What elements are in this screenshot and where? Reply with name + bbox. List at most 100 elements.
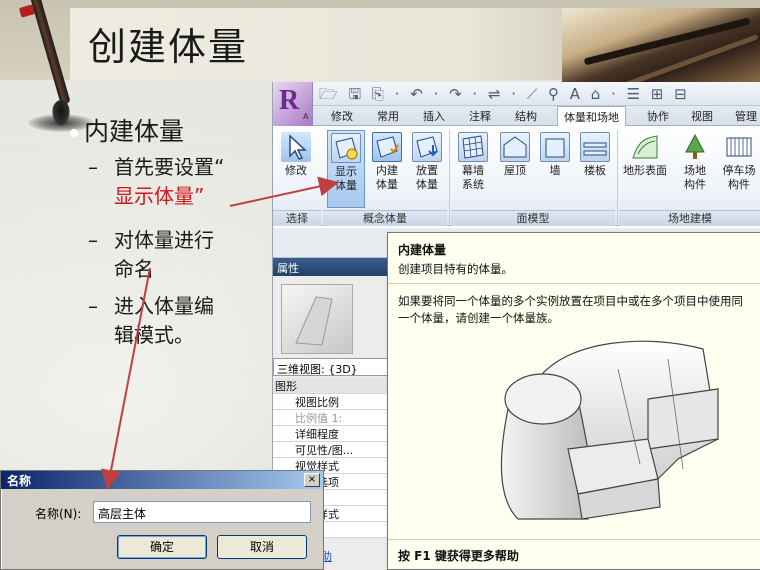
roof-by-face-icon xyxy=(500,132,530,162)
toposurface-label: 地形表面 xyxy=(623,164,667,177)
property-group-graphics: 图形 xyxy=(273,378,389,394)
brush-tip-icon xyxy=(52,100,70,126)
ribbon: 修改 显示 体量 内建 体量 放置 体量 幕墙 系统 屋顶 墙 楼板 地形表面 … xyxy=(273,126,760,226)
revit-logo-icon: R xyxy=(279,85,300,116)
ribbon-tabs: 修改 常用 插入 注释 结构 体量和场地 协作 视图 管理 xyxy=(313,106,760,127)
decorative-photo xyxy=(562,8,760,82)
parking-component-button[interactable]: 停车场 构件 xyxy=(717,132,760,192)
bullet-dot-icon xyxy=(70,129,78,137)
application-button[interactable]: R A xyxy=(273,82,313,126)
tooltip-divider xyxy=(388,283,760,284)
panel-select-label: 选择 xyxy=(273,210,321,226)
floor-by-face-button[interactable]: 楼板 xyxy=(577,132,613,178)
site-component-label-2: 构件 xyxy=(684,178,706,191)
property-row[interactable]: 可见性/图... xyxy=(273,442,389,458)
curtain-system-label-2: 系统 xyxy=(462,178,484,191)
floor-by-face-icon xyxy=(580,132,610,162)
show-mass-button[interactable]: 显示 体量 xyxy=(327,130,365,208)
roof-label: 屋顶 xyxy=(504,164,526,177)
in-place-mass-label-1: 内建 xyxy=(376,164,398,177)
brush-stroke xyxy=(625,34,759,82)
panel-site-modeling-label: 场地建模 xyxy=(619,210,760,226)
parking-icon xyxy=(724,132,754,162)
bullet-main-text: 内建体量 xyxy=(84,117,185,146)
property-row[interactable]: 视图比例 xyxy=(273,394,389,410)
ok-button[interactable]: 确定 xyxy=(117,535,207,559)
toposurface-button[interactable]: 地形表面 xyxy=(619,132,671,178)
tab-collaborate[interactable]: 协作 xyxy=(647,108,669,124)
panel-separator xyxy=(449,130,450,224)
tooltip-title: 内建体量 xyxy=(398,243,447,257)
show-mass-icon xyxy=(331,133,361,163)
panel-conceptual-mass-label: 概念体量 xyxy=(323,210,447,226)
curtain-system-icon xyxy=(458,132,488,162)
sub-dash: – xyxy=(88,294,98,318)
toposurface-icon xyxy=(630,132,660,162)
dialog-title: 名称 xyxy=(1,471,323,489)
sub-bullet-1-line2: 显示体量” xyxy=(114,184,205,208)
place-mass-label-2: 体量 xyxy=(416,178,438,191)
name-field-label: 名称(N): xyxy=(35,507,82,521)
site-component-label-1: 场地 xyxy=(684,164,706,177)
sub-dash: – xyxy=(88,228,98,252)
parking-label-1: 停车场 xyxy=(722,164,756,177)
tab-massing-site[interactable]: 体量和场地 xyxy=(557,106,626,127)
place-mass-button[interactable]: 放置 体量 xyxy=(409,132,445,192)
sub-bullet-1-line1: 首先要设置“ xyxy=(114,155,225,179)
tooltip-f1-help: 按 F1 键获得更多帮助 xyxy=(398,549,519,563)
type-preview-image xyxy=(281,284,353,354)
floor-label: 楼板 xyxy=(584,164,606,177)
properties-header: 属性 xyxy=(273,258,389,276)
modify-button[interactable]: 修改 xyxy=(279,132,313,178)
tab-structure[interactable]: 结构 xyxy=(515,108,537,124)
sub-bullet-2-line1: 对体量进行 xyxy=(114,228,214,252)
parking-label-2: 构件 xyxy=(728,178,750,191)
in-place-mass-label-2: 体量 xyxy=(376,178,398,191)
revit-window: 🗁 🖫 ⎘ · ↶ · ↷ · ⇌ · ⟋ ⚲ A ⌂ · ☰ ⊞ ⊟ R A … xyxy=(272,82,760,570)
show-mass-label-2: 体量 xyxy=(335,179,357,192)
tree-icon xyxy=(680,132,710,162)
app-sub-label: A xyxy=(303,112,309,121)
tab-manage[interactable]: 管理 xyxy=(735,108,757,124)
curtain-system-label-1: 幕墙 xyxy=(462,164,484,177)
property-row[interactable]: 比例值 1: xyxy=(273,410,389,426)
site-component-button[interactable]: 场地 构件 xyxy=(677,132,713,192)
curtain-system-button[interactable]: 幕墙 系统 xyxy=(455,132,491,192)
sub-dash: – xyxy=(88,155,98,179)
quick-access-toolbar: 🗁 🖫 ⎘ · ↶ · ↷ · ⇌ · ⟋ ⚲ A ⌂ · ☰ ⊞ ⊟ xyxy=(273,82,760,106)
show-mass-label-1: 显示 xyxy=(335,165,357,178)
sub-bullet-3-line2: 辑模式。 xyxy=(114,323,194,347)
tooltip-mass-illustration xyxy=(418,329,738,529)
sub-bullet-3-line1: 进入体量编 xyxy=(114,294,214,318)
tooltip-short-description: 创建项目特有的体量。 xyxy=(398,262,513,276)
in-place-mass-tooltip: 内建体量 创建项目特有的体量。 如果要将同一个体量的多个实例放置在项目中或在多个… xyxy=(387,232,760,570)
tooltip-divider xyxy=(388,539,760,540)
bullet-main: 内建体量 xyxy=(70,112,184,148)
place-mass-icon xyxy=(412,132,442,162)
modify-label: 修改 xyxy=(285,164,307,177)
in-place-mass-button[interactable]: 内建 体量 xyxy=(369,132,405,192)
name-dialog: 名称 × 名称(N): 高层主体 确定 取消 xyxy=(0,470,324,570)
place-mass-label-1: 放置 xyxy=(416,164,438,177)
brush-stroke xyxy=(583,17,751,66)
tab-insert[interactable]: 插入 xyxy=(423,108,445,124)
in-place-mass-icon xyxy=(372,132,402,162)
tab-view[interactable]: 视图 xyxy=(691,108,713,124)
type-selector[interactable]: 三维视图: {3D} xyxy=(273,358,389,376)
name-field[interactable]: 高层主体 xyxy=(93,501,311,523)
cancel-button[interactable]: 取消 xyxy=(217,535,307,559)
tab-annotate[interactable]: 注释 xyxy=(469,108,491,124)
sub-bullet-2-line2: 命名 xyxy=(114,257,154,281)
slide-title: 创建体量 xyxy=(88,25,249,69)
tab-common[interactable]: 常用 xyxy=(377,108,399,124)
wall-by-face-button[interactable]: 墙 xyxy=(537,132,573,178)
roof-by-face-button[interactable]: 屋顶 xyxy=(497,132,533,178)
cursor-arrow-icon xyxy=(281,132,311,162)
property-row[interactable]: 详细程度 xyxy=(273,426,389,442)
close-icon[interactable]: × xyxy=(304,473,320,487)
panel-model-by-face-label: 面模型 xyxy=(451,210,615,226)
wall-by-face-icon xyxy=(540,132,570,162)
tab-modify[interactable]: 修改 xyxy=(331,108,353,124)
wall-label: 墙 xyxy=(549,164,561,177)
tooltip-long-description: 如果要将同一个体量的多个实例放置在项目中或在多个项目中使用同一个体量，请创建一个… xyxy=(398,294,743,325)
